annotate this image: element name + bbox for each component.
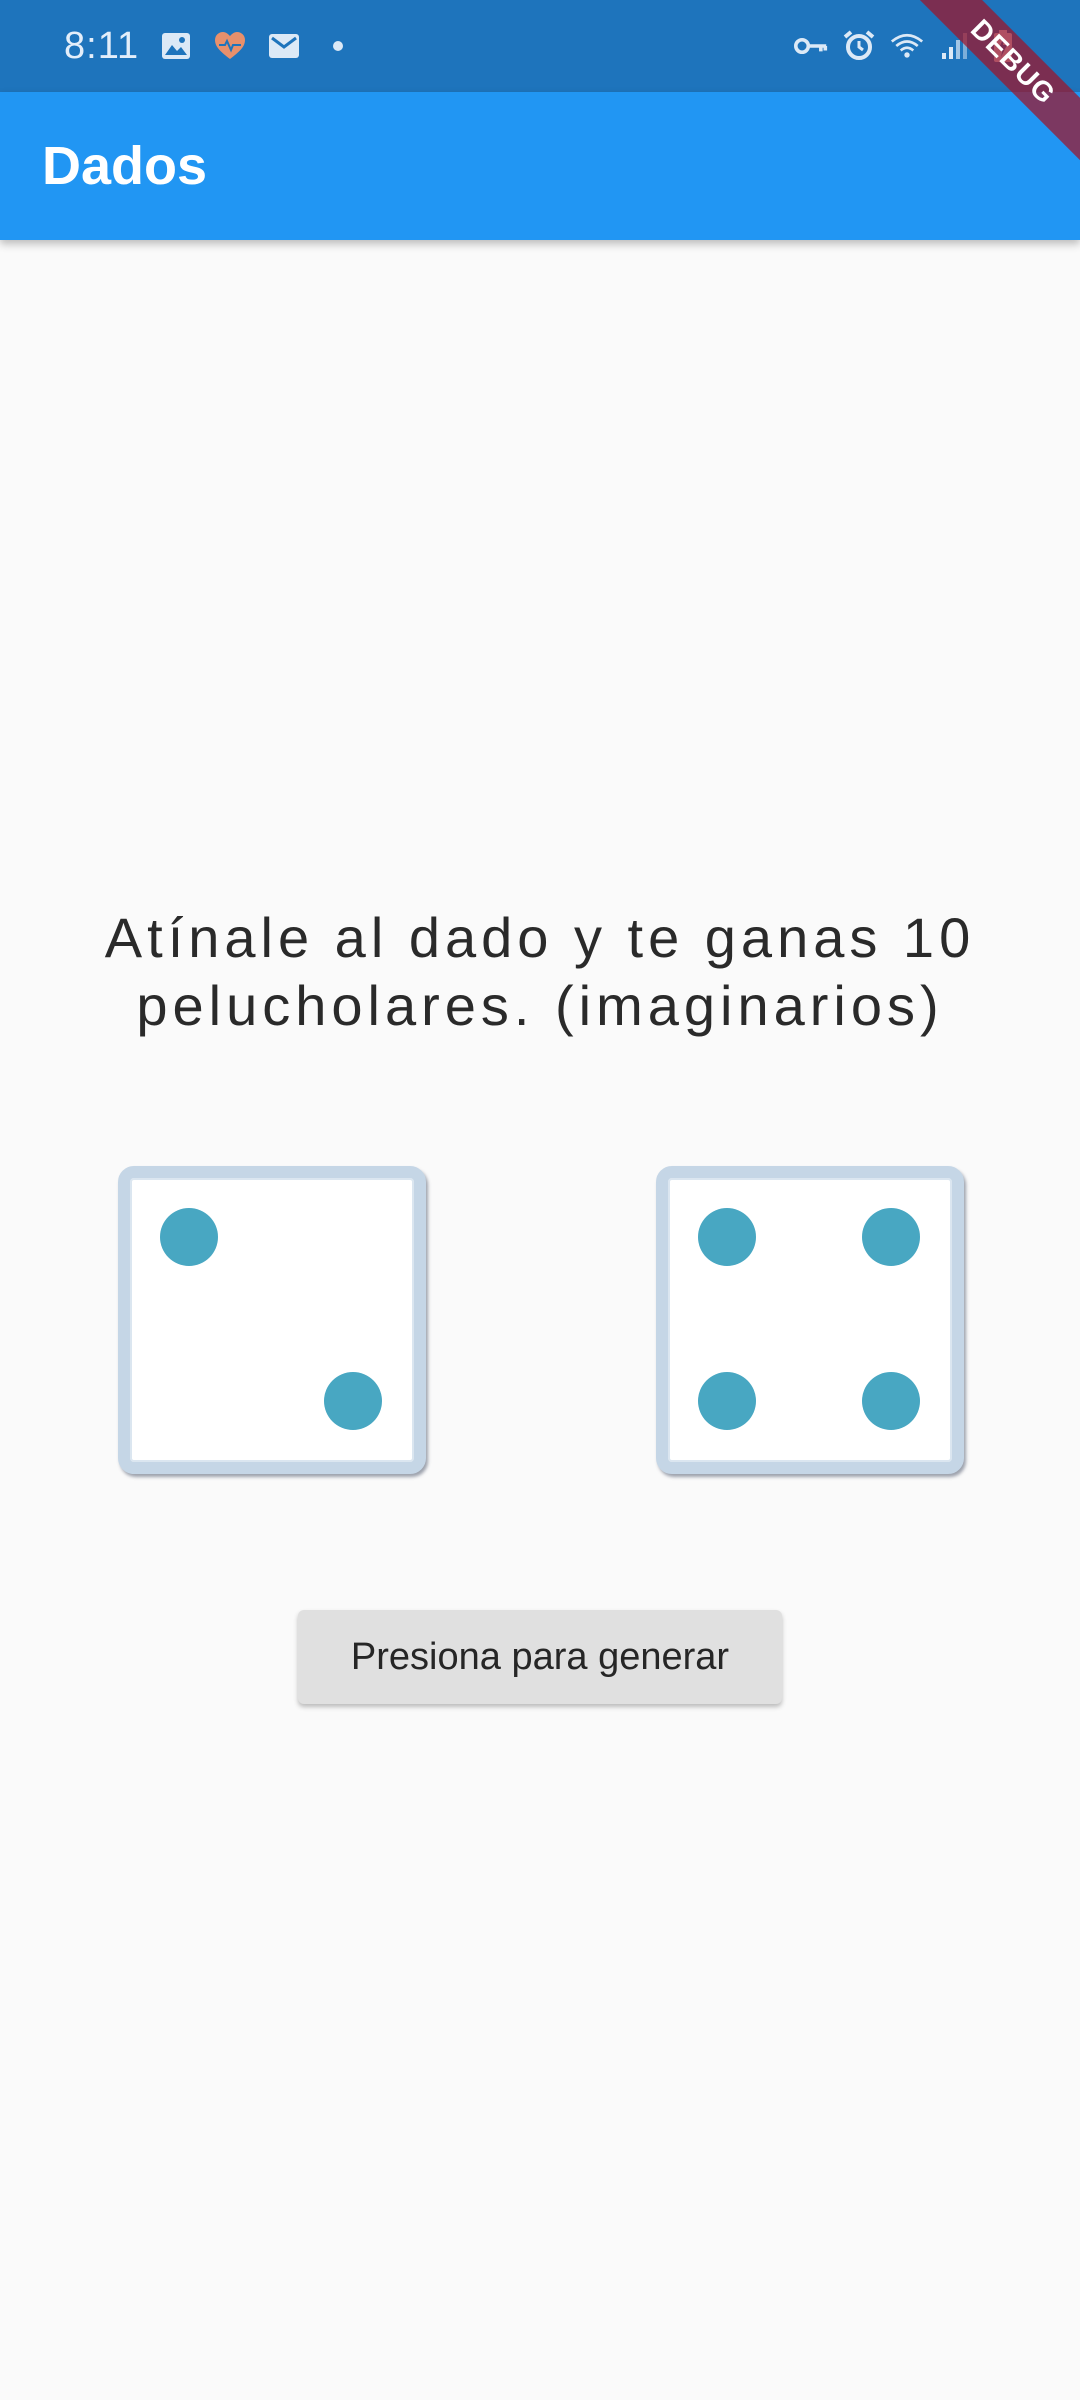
headline-text: Atínale al dado y te ganas 10 pelucholar… (104, 906, 976, 1037)
die-left[interactable] (118, 1166, 426, 1474)
die-pip (160, 1208, 218, 1266)
app-bar: Dados (0, 92, 1080, 240)
die-pip (698, 1372, 756, 1430)
die-pip (862, 1372, 920, 1430)
image-icon (159, 29, 193, 63)
status-left-group: 8:11 (64, 0, 355, 92)
die-right[interactable] (656, 1166, 964, 1474)
status-bar: 8:11 (0, 0, 1080, 92)
wifi-icon (890, 29, 924, 63)
die-pip (698, 1208, 756, 1266)
heart-icon (213, 29, 247, 63)
app-title: Dados (42, 136, 208, 196)
status-time: 8:11 (64, 24, 140, 67)
dot-icon (321, 29, 355, 63)
die-pip (324, 1372, 382, 1430)
key-icon (794, 29, 828, 63)
alarm-icon (842, 29, 876, 63)
generate-button[interactable]: Presiona para generar (298, 1610, 782, 1704)
die-pip (862, 1208, 920, 1266)
mail-icon (267, 29, 301, 63)
